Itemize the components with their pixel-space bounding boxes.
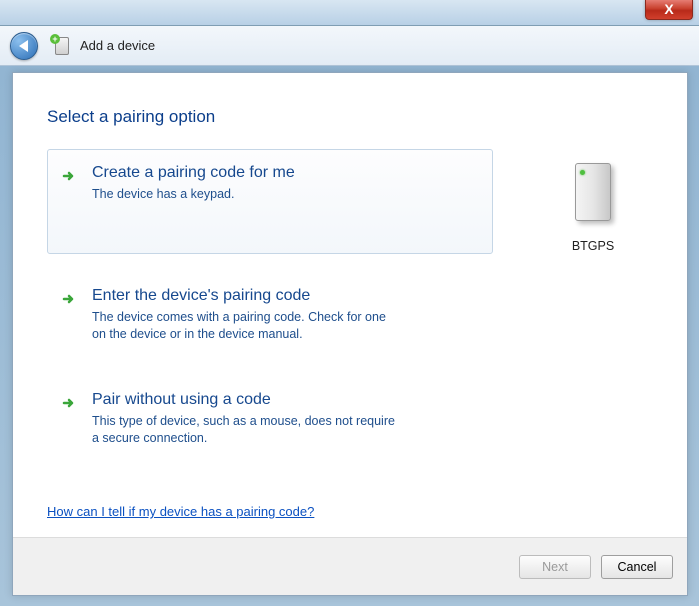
arrow-right-icon — [62, 391, 80, 447]
arrow-right-icon — [62, 287, 80, 343]
arrow-right-icon — [62, 164, 80, 203]
option-desc: This type of device, such as a mouse, do… — [92, 413, 402, 447]
back-button[interactable] — [10, 32, 38, 60]
option-desc: The device comes with a pairing code. Ch… — [92, 309, 402, 343]
option-desc: The device has a keypad. — [92, 186, 402, 203]
option-title: Create a pairing code for me — [92, 164, 476, 182]
option-title: Enter the device's pairing code — [92, 287, 476, 305]
nav-bar: + Add a device — [0, 26, 699, 66]
option-no-code[interactable]: Pair without using a code This type of d… — [47, 376, 493, 462]
page-title: Select a pairing option — [47, 107, 653, 127]
title-bar: X — [0, 0, 699, 26]
content-area: Select a pairing option Create a pairing… — [13, 73, 687, 537]
add-device-icon: + — [52, 36, 72, 56]
close-icon: X — [664, 1, 673, 17]
option-enter-code[interactable]: Enter the device's pairing code The devi… — [47, 272, 493, 358]
option-title: Pair without using a code — [92, 391, 476, 409]
device-label: BTGPS — [533, 239, 653, 253]
option-create-code[interactable]: Create a pairing code for me The device … — [47, 149, 493, 254]
device-tower-icon — [563, 159, 623, 229]
nav-title: Add a device — [80, 38, 155, 53]
help-link[interactable]: How can I tell if my device has a pairin… — [47, 504, 314, 519]
device-panel: BTGPS — [533, 149, 653, 479]
next-button[interactable]: Next — [519, 555, 591, 579]
cancel-button[interactable]: Cancel — [601, 555, 673, 579]
close-button[interactable]: X — [645, 0, 693, 20]
arrow-left-icon — [19, 40, 28, 52]
button-bar: Next Cancel — [13, 537, 687, 595]
wizard-window: Select a pairing option Create a pairing… — [12, 72, 688, 596]
